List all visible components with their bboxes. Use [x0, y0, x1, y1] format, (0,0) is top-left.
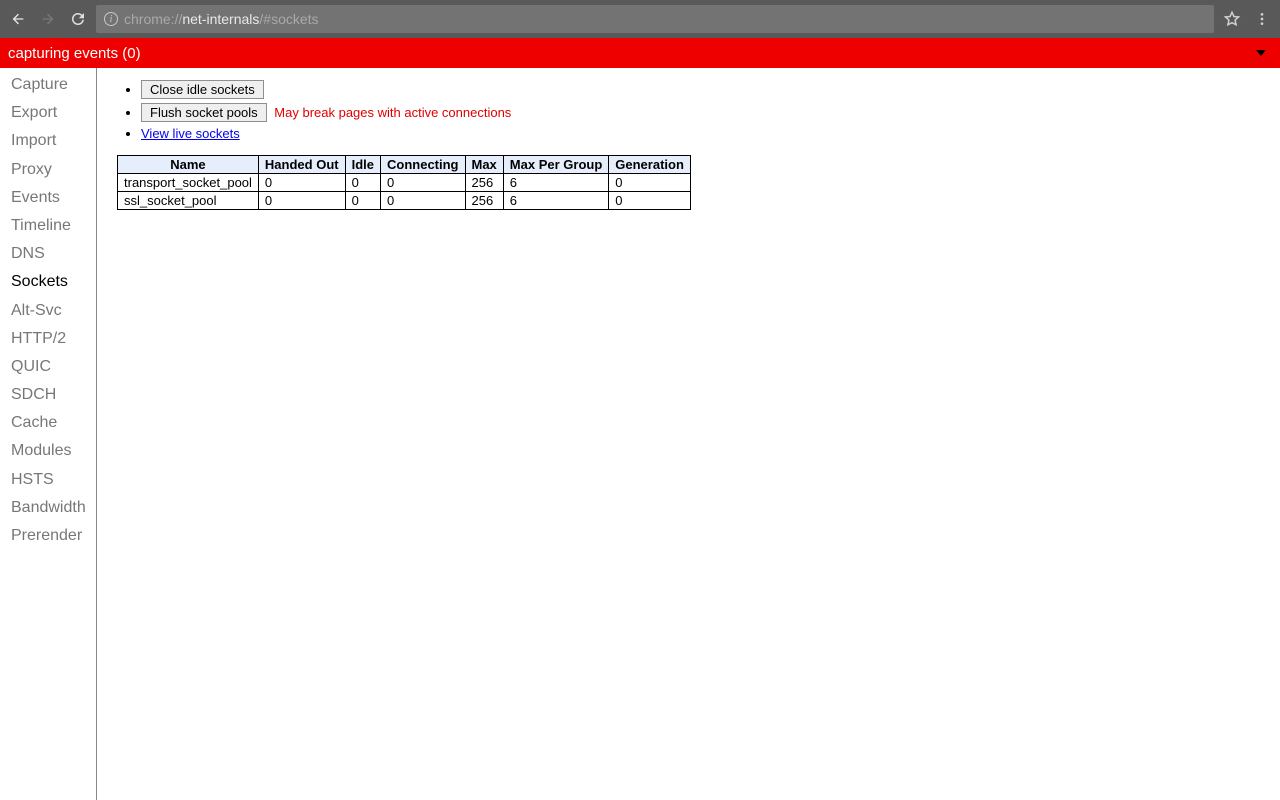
flush-warning-text: May break pages with active connections — [274, 105, 511, 120]
list-item: Close idle sockets — [141, 80, 1280, 99]
table-header-cell: Max — [465, 156, 503, 174]
chrome-menu-icon[interactable] — [1250, 7, 1274, 31]
table-cell: 0 — [345, 192, 380, 210]
sidebar-item-hsts[interactable]: HSTS — [0, 467, 96, 492]
bookmark-star-icon[interactable] — [1220, 7, 1244, 31]
table-header-cell: Max Per Group — [503, 156, 608, 174]
table-cell: 0 — [345, 174, 380, 192]
sidebar-item-proxy[interactable]: Proxy — [0, 157, 96, 182]
table-cell: 0 — [381, 174, 466, 192]
table-row: transport_socket_pool00025660 — [118, 174, 691, 192]
sidebar-item-prerender[interactable]: Prerender — [0, 523, 96, 548]
table-cell: 0 — [258, 192, 345, 210]
view-live-sockets-link[interactable]: View live sockets — [141, 126, 240, 141]
url-text: chrome://net-internals/#sockets — [124, 11, 319, 27]
table-header-cell: Name — [118, 156, 259, 174]
capture-dropdown-icon[interactable] — [1256, 50, 1266, 56]
sidebar-item-sockets[interactable]: Sockets — [0, 269, 96, 294]
sidebar-item-alt-svc[interactable]: Alt-Svc — [0, 298, 96, 323]
table-header-cell: Generation — [609, 156, 691, 174]
site-info-icon[interactable]: i — [104, 12, 118, 26]
table-cell: ssl_socket_pool — [118, 192, 259, 210]
capture-status-text: capturing events (0) — [8, 45, 141, 62]
table-cell: 6 — [503, 174, 608, 192]
sidebar-item-sdch[interactable]: SDCH — [0, 382, 96, 407]
close-idle-sockets-button[interactable]: Close idle sockets — [141, 80, 264, 99]
table-cell: 0 — [609, 192, 691, 210]
sidebar-item-cache[interactable]: Cache — [0, 410, 96, 435]
sidebar-item-timeline[interactable]: Timeline — [0, 213, 96, 238]
socket-pools-table: NameHanded OutIdleConnectingMaxMax Per G… — [117, 155, 691, 210]
address-bar[interactable]: i chrome://net-internals/#sockets — [96, 5, 1214, 33]
table-cell: 0 — [381, 192, 466, 210]
table-cell: 6 — [503, 192, 608, 210]
table-cell: 0 — [609, 174, 691, 192]
sidebar: Capture Export Import Proxy Events Timeline DN… — [0, 68, 97, 800]
back-button[interactable] — [6, 7, 30, 31]
sidebar-item-capture[interactable]: Capture — [0, 72, 96, 97]
forward-button — [36, 7, 60, 31]
reload-button[interactable] — [66, 7, 90, 31]
sidebar-item-export[interactable]: Export — [0, 100, 96, 125]
table-cell: 256 — [465, 174, 503, 192]
table-header-cell: Idle — [345, 156, 380, 174]
list-item: View live sockets — [141, 126, 1280, 141]
sidebar-item-modules[interactable]: Modules — [0, 438, 96, 463]
workspace: Capture Export Import Proxy Events Timeline DN… — [0, 68, 1280, 800]
table-cell: transport_socket_pool — [118, 174, 259, 192]
capture-status-bar: capturing events (0) — [0, 38, 1280, 68]
table-header-cell: Handed Out — [258, 156, 345, 174]
sidebar-item-import[interactable]: Import — [0, 128, 96, 153]
action-list: Close idle sockets Flush socket pools Ma… — [141, 80, 1280, 141]
browser-toolbar: i chrome://net-internals/#sockets — [0, 0, 1280, 38]
main-content: Close idle sockets Flush socket pools Ma… — [97, 68, 1280, 800]
table-body: transport_socket_pool00025660ssl_socket_… — [118, 174, 691, 210]
table-header-cell: Connecting — [381, 156, 466, 174]
table-row: ssl_socket_pool00025660 — [118, 192, 691, 210]
sidebar-item-http-2[interactable]: HTTP/2 — [0, 326, 96, 351]
sidebar-item-dns[interactable]: DNS — [0, 241, 96, 266]
flush-socket-pools-button[interactable]: Flush socket pools — [141, 103, 267, 122]
table-cell: 0 — [258, 174, 345, 192]
table-header-row: NameHanded OutIdleConnectingMaxMax Per G… — [118, 156, 691, 174]
sidebar-item-events[interactable]: Events — [0, 185, 96, 210]
sidebar-item-bandwidth[interactable]: Bandwidth — [0, 495, 96, 520]
table-cell: 256 — [465, 192, 503, 210]
list-item: Flush socket pools May break pages with … — [141, 103, 1280, 122]
sidebar-item-quic[interactable]: QUIC — [0, 354, 96, 379]
